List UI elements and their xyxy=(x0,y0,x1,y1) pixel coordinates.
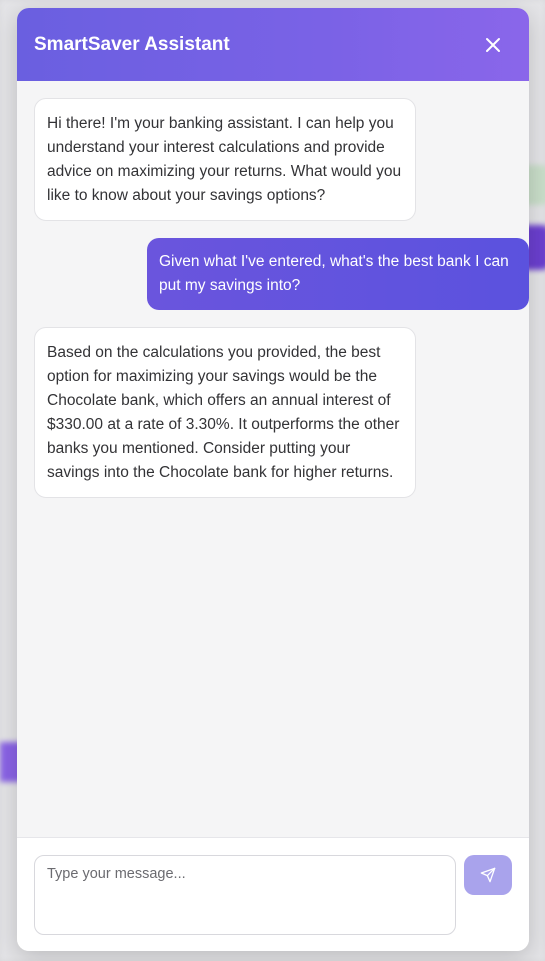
chat-dialog: SmartSaver Assistant Hi there! I'm your … xyxy=(17,8,529,951)
chat-title: SmartSaver Assistant xyxy=(34,33,230,55)
close-button[interactable] xyxy=(479,31,507,59)
user-message: Given what I've entered, what's the best… xyxy=(147,238,529,310)
chat-header: SmartSaver Assistant xyxy=(17,8,529,81)
close-icon xyxy=(486,37,500,52)
message-input[interactable] xyxy=(34,855,456,935)
composer xyxy=(17,837,529,951)
assistant-message: Hi there! I'm your banking assistant. I … xyxy=(34,98,416,221)
assistant-message: Based on the calculations you provided, … xyxy=(34,327,416,498)
message-list: Hi there! I'm your banking assistant. I … xyxy=(17,81,529,837)
send-icon xyxy=(480,867,496,883)
send-button[interactable] xyxy=(464,855,512,895)
